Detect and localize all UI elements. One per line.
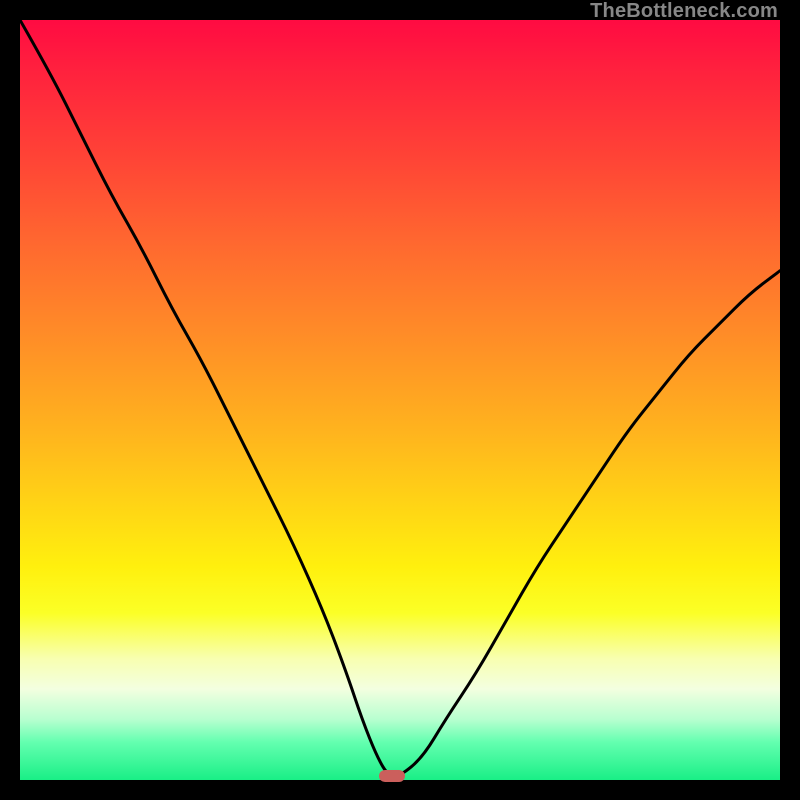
- bottleneck-curve: [20, 20, 780, 780]
- optimal-marker: [379, 770, 405, 782]
- chart-frame: TheBottleneck.com: [0, 0, 800, 800]
- curve-path: [20, 20, 780, 776]
- plot-area: [20, 20, 780, 780]
